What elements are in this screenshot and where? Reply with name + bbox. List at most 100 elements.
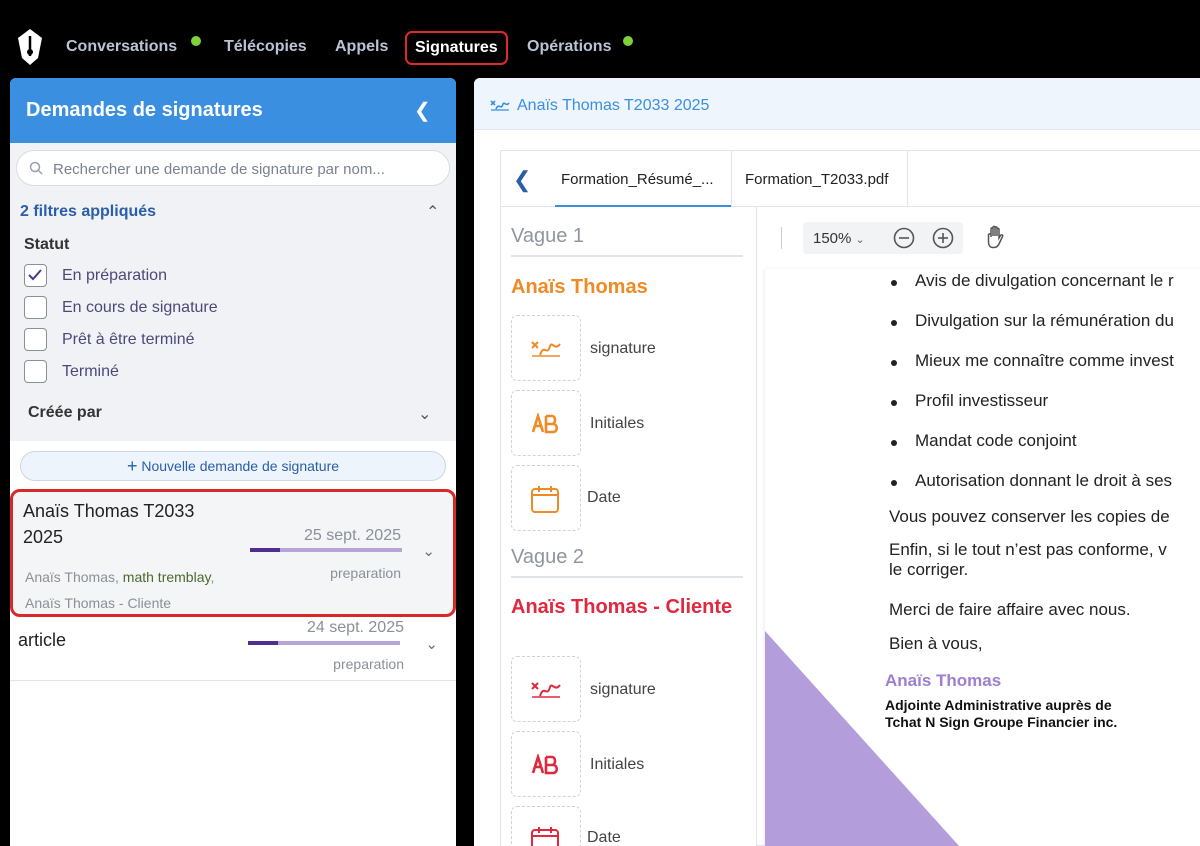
- initials-field-draggable[interactable]: [511, 731, 581, 797]
- request-title: Anaïs Thomas T2033: [23, 501, 195, 521]
- calendar-icon: [531, 827, 559, 846]
- filters-applied-toggle[interactable]: 2 filtres appliqués: [20, 203, 156, 221]
- new-request-label: Nouvelle demande de signature: [141, 458, 340, 474]
- zoom-select[interactable]: 150% ⌄: [813, 230, 865, 247]
- pdf-bullet: Profil investisseur: [915, 391, 1049, 410]
- date-field-draggable[interactable]: [511, 806, 581, 846]
- field-label: Initiales: [590, 756, 645, 773]
- checkbox-unchecked[interactable]: [24, 360, 47, 383]
- request-title-line2: 2025: [23, 527, 64, 547]
- pan-hand-icon[interactable]: [985, 225, 1007, 249]
- zoom-in-icon[interactable]: [932, 227, 954, 249]
- signature-field-draggable[interactable]: [511, 315, 581, 381]
- checkbox-checked[interactable]: [24, 264, 47, 287]
- search-input[interactable]: Rechercher une demande de signature par …: [16, 150, 450, 186]
- request-progress-fill: [250, 548, 281, 552]
- status-checkbox-en-preparation[interactable]: En préparation: [24, 264, 324, 288]
- nav-operations[interactable]: Opérations: [527, 38, 611, 56]
- tab-divider: [907, 151, 908, 207]
- new-signature-request-button[interactable]: + Nouvelle demande de signature: [20, 451, 446, 481]
- nav-signatures[interactable]: Signatures: [405, 31, 508, 65]
- request-card-selected[interactable]: Anaïs Thomas T2033 2025 25 sept. 2025 pr…: [10, 489, 456, 617]
- pdf-signature-role: Adjointe Administrative auprès de Tchat …: [885, 697, 1117, 731]
- tab-file-2[interactable]: Formation_T2033.pdf: [745, 171, 888, 188]
- status-label: En préparation: [62, 267, 167, 284]
- chevron-down-icon[interactable]: ⌄: [425, 635, 438, 653]
- chevron-up-icon[interactable]: ⌃: [426, 202, 439, 222]
- document-viewer: ❮ Formation_Résumé_... Formation_T2033.p…: [500, 150, 1200, 846]
- plus-icon: +: [126, 456, 138, 476]
- search-placeholder: Rechercher une demande de signature par …: [53, 161, 385, 178]
- request-progress-bar: [248, 641, 400, 645]
- initials-icon: [531, 413, 559, 434]
- status-checkbox-pret[interactable]: Prêt à être terminé: [24, 328, 324, 352]
- status-checkbox-en-cours[interactable]: En cours de signature: [24, 296, 324, 320]
- wave-label: Vague 2: [511, 546, 585, 568]
- signer-name: math tremblay: [122, 569, 211, 585]
- operations-notification-dot: [623, 36, 633, 46]
- signer-name: Anaïs Thomas: [25, 569, 116, 585]
- app-logo-icon: [18, 29, 42, 65]
- pdf-bullet: Autorisation donnant le droit à ses: [915, 471, 1173, 490]
- pdf-page: Avis de divulgation concernant le r Divu…: [765, 269, 1200, 846]
- zoom-value: 150%: [813, 230, 852, 247]
- wave-signer-name: Anaïs Thomas - Cliente: [511, 596, 733, 618]
- nav-appels[interactable]: Appels: [335, 38, 388, 56]
- pdf-paragraph: Merci de faire affaire avec nous.: [889, 600, 1131, 619]
- checkbox-unchecked[interactable]: [24, 296, 47, 319]
- status-checkbox-termine[interactable]: Terminé: [24, 360, 324, 384]
- signature-icon: [490, 100, 510, 111]
- tab-file-1[interactable]: Formation_Résumé_...: [561, 171, 731, 188]
- bullet-dot: [891, 320, 897, 326]
- check-icon: [28, 269, 42, 281]
- pdf-paragraph: le corriger.: [889, 560, 969, 579]
- request-title: article: [18, 630, 67, 650]
- nav-telecopies[interactable]: Télécopies: [224, 38, 307, 56]
- status-label: Prêt à être terminé: [62, 331, 195, 348]
- pdf-paragraph: Bien à vous,: [889, 634, 983, 653]
- requests-list: + Nouvelle demande de signature Anaïs Th…: [10, 441, 456, 846]
- checkbox-unchecked[interactable]: [24, 328, 47, 351]
- chevron-down-icon[interactable]: ⌄: [418, 404, 431, 424]
- pdf-signature-name: Anaïs Thomas: [885, 671, 1002, 690]
- request-date: 25 sept. 2025: [304, 527, 401, 544]
- zoom-out-icon[interactable]: [893, 227, 915, 249]
- bullet-dot: [891, 280, 897, 286]
- toolbar-divider: [781, 227, 782, 249]
- back-arrow-icon[interactable]: ❮: [513, 167, 531, 193]
- request-progress-fill: [248, 641, 279, 645]
- bullet-dot: [891, 440, 897, 446]
- zoom-control: 150% ⌄: [803, 222, 963, 254]
- calendar-icon: [531, 486, 559, 513]
- nav-conversations[interactable]: Conversations: [66, 38, 177, 56]
- tab-divider: [731, 151, 732, 207]
- document-header: Anaïs Thomas T2033 2025: [474, 78, 1200, 130]
- field-label: signature: [590, 681, 656, 698]
- bullet-dot: [891, 400, 897, 406]
- bullet-dot: [891, 480, 897, 486]
- initials-icon: [531, 754, 559, 775]
- wave-label: Vague 1: [511, 225, 585, 247]
- panel-header: Demandes de signatures ❮: [10, 78, 456, 143]
- pdf-paragraph: Vous pouvez conserver les copies de: [889, 507, 1170, 526]
- role-line: Tchat N Sign Groupe Financier inc.: [885, 714, 1118, 730]
- field-label: signature: [590, 340, 656, 357]
- initials-field-draggable[interactable]: [511, 390, 581, 456]
- wave-divider: [511, 576, 743, 578]
- date-field-draggable[interactable]: [511, 465, 581, 531]
- bullet-dot: [891, 360, 897, 366]
- collapse-panel-icon[interactable]: ❮: [414, 98, 431, 123]
- created-by-filter[interactable]: Créée par: [28, 404, 102, 422]
- field-label: Date: [587, 489, 621, 506]
- signer-name: Anaïs Thomas - Cliente: [25, 595, 172, 611]
- role-line: Adjointe Administrative auprès de: [885, 697, 1112, 713]
- request-status: preparation: [330, 565, 401, 581]
- signature-fields-panel: Vague 1 Anaïs Thomas signature Initiales: [501, 207, 757, 846]
- chevron-down-icon[interactable]: ⌄: [422, 542, 435, 560]
- panel-title: Demandes de signatures: [26, 99, 263, 121]
- signature-requests-panel: Demandes de signatures ❮ Rechercher une …: [10, 78, 456, 846]
- request-card[interactable]: article 24 sept. 2025 preparation ⌄: [10, 617, 456, 681]
- top-navigation: Conversations Télécopies Appels Signatur…: [0, 0, 1200, 78]
- signature-field-draggable[interactable]: [511, 656, 581, 722]
- request-date: 24 sept. 2025: [307, 619, 404, 636]
